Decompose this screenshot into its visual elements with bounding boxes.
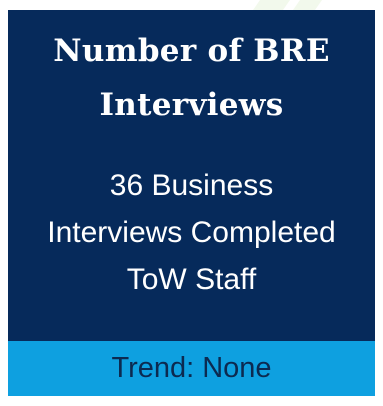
metric-line-3: ToW Staff (126, 263, 257, 296)
page: Number of BRE Interviews 36 Business Int… (0, 0, 383, 406)
metric-line-1: 36 Business (109, 169, 274, 202)
card-title-line-2: Interviews (99, 87, 284, 123)
card-title: Number of BRE Interviews (8, 24, 375, 132)
metric-line-2: Interviews Completed (47, 216, 336, 249)
card-metric-text: 36 Business Interviews Completed ToW Sta… (8, 162, 375, 303)
trend-footer: Trend: None (8, 341, 375, 396)
card-title-line-1: Number of BRE (53, 33, 330, 69)
kpi-card: Number of BRE Interviews 36 Business Int… (8, 10, 375, 396)
